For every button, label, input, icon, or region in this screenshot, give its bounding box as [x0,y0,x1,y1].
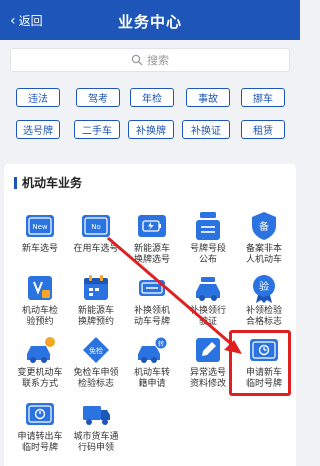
grid-label: 补换领机 动车号牌 [133,306,170,327]
grid-label: 补领检验 合格标志 [245,306,282,327]
inspection-mark-icon: 验 [253,275,275,303]
tag-replace-plate[interactable]: 补换牌 [128,120,174,139]
grid-item-used-car-plate[interactable]: No 在用车选号 [68,210,124,276]
grid-item-temporary-plate[interactable]: 申请新车 临时号牌 [236,334,292,400]
edit-icon [196,338,220,362]
grid-item-record-vehicle[interactable]: 备 备案非本 人机动车 [236,210,292,276]
grid-label: 号牌号段 公布 [189,244,226,265]
tag-select-plate[interactable]: 选号牌 [16,120,60,139]
search-input[interactable]: 搜索 [10,48,290,72]
svg-text:验: 验 [259,280,269,293]
grid-item-transfer-temp-plate[interactable]: 申请转出车 临时号牌 [12,398,68,464]
plate-range-icon [196,212,220,240]
grid-item-replace-license[interactable]: 补换领行 驶证 [180,272,236,338]
search-area: 搜索 [0,40,300,80]
grid-label: 在用车选号 [73,244,119,254]
inspection-appointment-icon [28,276,52,300]
grid-item-truck-pass[interactable]: 城市货车通 行码申领 [68,398,124,464]
replace-plate-icon [139,280,165,296]
temporary-plate-icon [250,339,278,361]
grid-label: 变更机动车 联系方式 [17,368,63,389]
calendar-icon [84,275,108,300]
grid-label: 新能源车 换牌选号 [133,244,170,265]
grid-label: 新能源车 换牌预约 [77,306,114,327]
grid-label: 新车选号 [21,244,58,254]
tag-rental[interactable]: 租赁 [241,120,285,139]
grid-label: 机动车检 验预约 [21,306,58,327]
section-title: 机动车业务 [14,174,82,191]
tag-driving-test[interactable]: 驾考 [76,88,120,107]
tag-replace-license[interactable]: 补换证 [182,120,230,139]
replace-license-icon [196,277,220,301]
svg-text:免检: 免检 [89,346,103,355]
transfer-icon: 转 [138,336,168,363]
grid-item-change-contact[interactable]: 变更机动车 联系方式 [12,334,68,400]
record-icon: 备 [252,212,276,240]
grid-item-new-car-plate[interactable]: New 新车选号 [12,210,68,276]
grid-label: 异常选号 资料修改 [189,368,226,389]
new-energy-plate-icon [138,215,166,237]
grid-label: 机动车转 籍申请 [133,368,170,389]
quick-tags: 违法 驾考 年检 事故 挪车 选号牌 二手车 补换牌 补换证 租赁 [0,80,300,148]
app-header: ‹ 返回 业务中心 [0,0,300,40]
truck-icon [83,406,110,425]
page-title: 业务中心 [117,13,182,31]
grid-item-replace-plate[interactable]: 补换领机 动车号牌 [124,272,180,338]
svg-text:New: New [32,223,48,231]
used-car-plate-icon: No [82,215,110,237]
grid-item-exempt-inspection[interactable]: 免检 免检车申领 检验标志 [68,334,124,400]
exempt-icon: 免检 [83,337,109,363]
grid-label: 申请转出车 临时号牌 [17,432,63,453]
tag-move-car[interactable]: 挪车 [241,88,285,107]
tag-accident[interactable]: 事故 [186,88,230,107]
search-placeholder: 搜索 [147,54,169,67]
transfer-temp-plate-icon [26,403,54,425]
grid-label: 免检车申领 检验标志 [73,368,119,389]
change-contact-icon [27,337,55,363]
grid-label: 申请新车 临时号牌 [245,368,282,389]
svg-text:转: 转 [158,340,164,348]
grid-item-inspection-appointment[interactable]: 机动车检 验预约 [12,272,68,338]
grid-item-abnormal-plate-edit[interactable]: 异常选号 资料修改 [180,334,236,400]
grid-label: 城市货车通 行码申领 [73,432,119,453]
grid-item-vehicle-transfer[interactable]: 转 机动车转 籍申请 [124,334,180,400]
tag-annual-inspection[interactable]: 年检 [130,88,174,107]
grid-label: 补换领行 驶证 [189,306,226,327]
section-title-text: 机动车业务 [22,176,83,190]
new-car-plate-icon: New [26,215,54,237]
search-icon [131,54,143,66]
grid-label: 备案非本 人机动车 [245,244,282,265]
tag-violation[interactable]: 违法 [16,88,60,107]
svg-text:No: No [91,223,101,231]
tag-used-car[interactable]: 二手车 [74,120,120,139]
grid-item-new-energy-plate[interactable]: 新能源车 换牌选号 [124,210,180,276]
section-bar [14,176,17,189]
grid-item-plate-range[interactable]: 号牌号段 公布 [180,210,236,276]
grid-item-new-energy-appointment[interactable]: 新能源车 换牌预约 [68,272,124,338]
grid-item-inspection-mark[interactable]: 验 补领检验 合格标志 [236,272,292,338]
svg-text:备: 备 [259,220,269,233]
